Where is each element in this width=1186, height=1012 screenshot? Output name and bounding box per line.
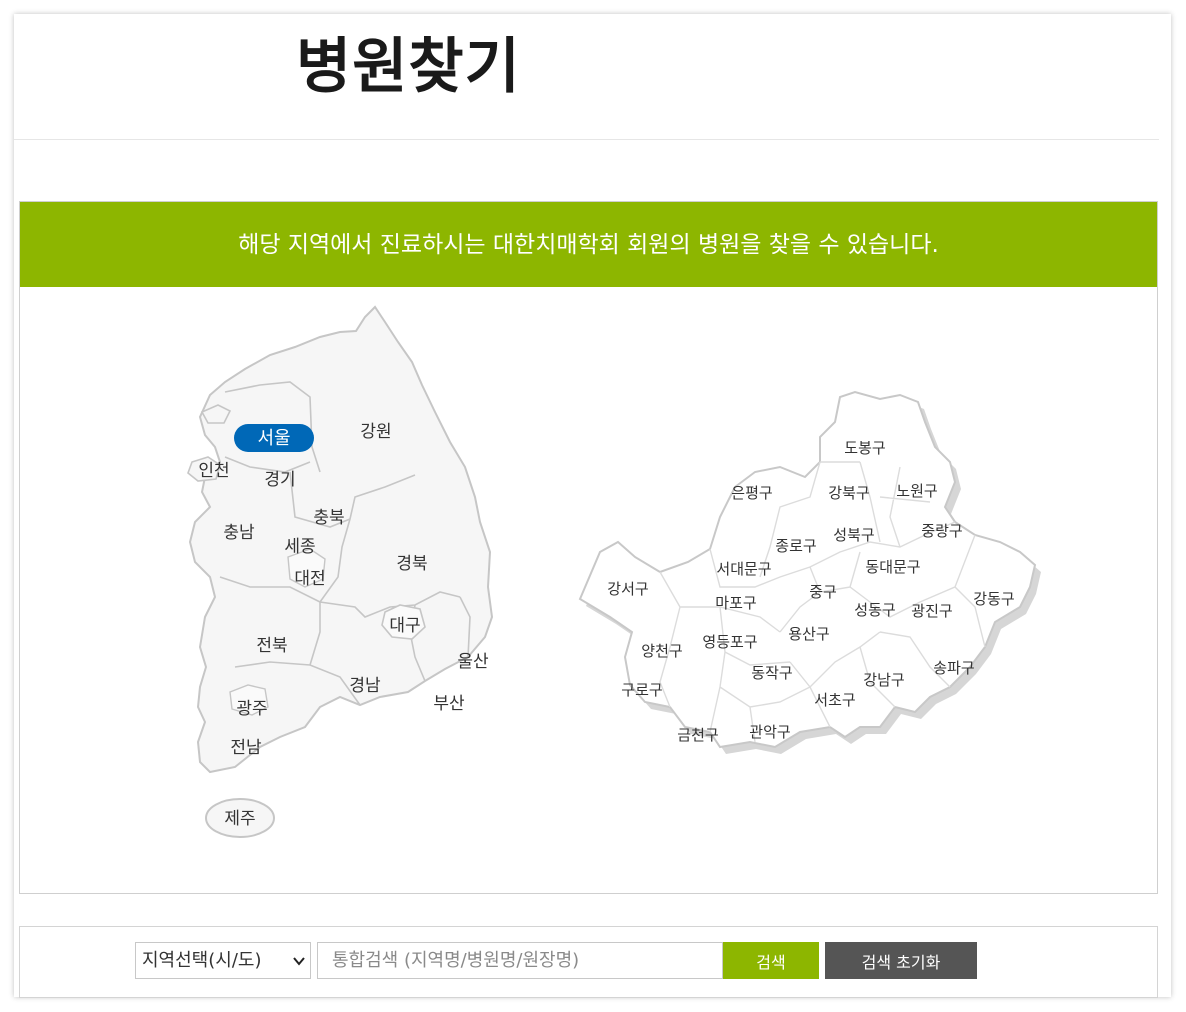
- korea-label-ulsan[interactable]: 울산: [457, 652, 489, 672]
- korea-label-incheon[interactable]: 인천: [198, 461, 229, 481]
- korea-label-daegu[interactable]: 대구: [389, 616, 420, 636]
- chevron-down-icon: [292, 943, 306, 994]
- seoul-label-dobong[interactable]: 도봉구: [844, 439, 885, 457]
- korea-label-jeonbuk[interactable]: 전북: [256, 636, 287, 656]
- seoul-label-geumcheon[interactable]: 금천구: [677, 726, 718, 744]
- seoul-label-seocho[interactable]: 서초구: [814, 691, 855, 709]
- seoul-label-seongbuk[interactable]: 성북구: [833, 526, 874, 544]
- korea-label-jeju[interactable]: 제주: [224, 809, 255, 829]
- korea-label-daejeon[interactable]: 대전: [294, 569, 325, 589]
- seoul-label-songpa[interactable]: 송파구: [933, 659, 974, 677]
- reset-search-button[interactable]: 검색 초기화: [825, 942, 977, 979]
- seoul-label-seongdong[interactable]: 성동구: [854, 601, 895, 619]
- search-input[interactable]: [317, 942, 723, 979]
- korea-label-seoul[interactable]: 서울: [257, 428, 290, 449]
- info-banner: 해당 지역에서 진료하시는 대한치매학회 회원의 병원을 찾을 수 있습니다.: [20, 202, 1157, 287]
- region-select[interactable]: 지역선택(시/도): [135, 942, 311, 979]
- seoul-label-gwangjin[interactable]: 광진구: [911, 602, 952, 620]
- seoul-label-gangnam[interactable]: 강남구: [863, 671, 904, 689]
- map-panel: 해당 지역에서 진료하시는 대한치매학회 회원의 병원을 찾을 수 있습니다.: [19, 201, 1158, 894]
- korea-label-gyeonggi[interactable]: 경기: [264, 470, 295, 490]
- seoul-label-jungnang[interactable]: 중랑구: [921, 522, 962, 540]
- search-bar: 지역선택(시/도) 검색 검색 초기화: [19, 926, 1158, 998]
- seoul-label-gwanak[interactable]: 관악구: [749, 723, 790, 741]
- korea-label-chungbuk[interactable]: 충북: [313, 508, 344, 528]
- seoul-label-mapo[interactable]: 마포구: [715, 594, 756, 612]
- seoul-label-dongdaemun[interactable]: 동대문구: [865, 558, 920, 576]
- seoul-map: 도봉구 은평구 강북구 노원구 성북구 종로구 중랑구 서대문구 동대문구 강서…: [578, 390, 1041, 754]
- seoul-label-yangcheon[interactable]: 양천구: [641, 642, 682, 660]
- seoul-label-yongsan[interactable]: 용산구: [788, 625, 829, 643]
- seoul-label-eunpyeong[interactable]: 은평구: [731, 484, 772, 502]
- maps-area: 서울 강원 인천 경기 충북 충남 세종 경북 대전 대구 전북 울산 경남 부…: [20, 287, 1157, 893]
- korea-label-sejong[interactable]: 세종: [284, 537, 315, 557]
- seoul-label-yeongdeungpo[interactable]: 영등포구: [702, 633, 757, 651]
- region-select-value: 지역선택(시/도): [142, 950, 262, 971]
- korea-label-busan[interactable]: 부산: [433, 694, 465, 714]
- seoul-label-gangdong[interactable]: 강동구: [973, 590, 1014, 608]
- seoul-label-nowon[interactable]: 노원구: [896, 482, 937, 500]
- page-title: 병원찾기: [296, 32, 521, 102]
- seoul-label-dongjak[interactable]: 동작구: [751, 664, 792, 682]
- korea-label-chungnam[interactable]: 충남: [223, 523, 255, 543]
- seoul-label-guro[interactable]: 구로구: [621, 681, 662, 699]
- seoul-label-seodaemun[interactable]: 서대문구: [716, 560, 771, 578]
- seoul-label-jung[interactable]: 중구: [809, 583, 837, 601]
- korea-label-jeonnam[interactable]: 전남: [230, 738, 262, 758]
- korea-map: 서울 강원 인천 경기 충북 충남 세종 경북 대전 대구 전북 울산 경남 부…: [187, 305, 494, 838]
- korea-label-gyeongnam[interactable]: 경남: [349, 676, 381, 696]
- seoul-label-gangseo[interactable]: 강서구: [607, 580, 648, 598]
- seoul-label-gangbuk[interactable]: 강북구: [828, 484, 869, 502]
- korea-label-gangwon[interactable]: 강원: [360, 422, 391, 442]
- seoul-label-jongno[interactable]: 종로구: [775, 537, 816, 555]
- search-button[interactable]: 검색: [723, 942, 819, 979]
- maps-svg: 서울 강원 인천 경기 충북 충남 세종 경북 대전 대구 전북 울산 경남 부…: [187, 305, 1041, 838]
- korea-label-gwangju[interactable]: 광주: [236, 699, 267, 719]
- korea-label-gyeongbuk[interactable]: 경북: [396, 554, 427, 574]
- title-divider: [14, 139, 1159, 140]
- page-card: 병원찾기 해당 지역에서 진료하시는 대한치매학회 회원의 병원을 찾을 수 있…: [14, 14, 1171, 998]
